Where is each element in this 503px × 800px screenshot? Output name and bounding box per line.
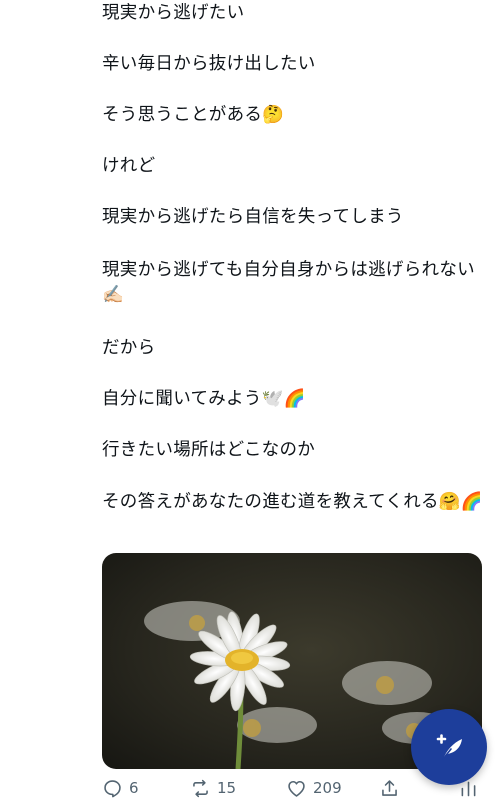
post-line-9: 行きたい場所はどこなのか: [102, 440, 316, 460]
post-line-8: 自分に聞いてみよう🕊️🌈: [102, 389, 306, 409]
reply-button[interactable]: 6: [102, 776, 139, 800]
repost-count: 15: [217, 779, 237, 797]
like-button[interactable]: 209: [286, 776, 342, 800]
like-count: 209: [313, 779, 342, 797]
heart-icon: [288, 780, 305, 797]
post-line-1: 現実から逃げたい: [102, 3, 245, 23]
repost-button[interactable]: 15: [190, 776, 236, 800]
compose-feather-icon: [436, 734, 462, 760]
compose-button[interactable]: [411, 709, 487, 785]
post-line-2: 辛い毎日から抜け出したい: [102, 54, 316, 74]
post-line-4: けれど: [102, 156, 156, 176]
share-icon: [382, 779, 397, 796]
reply-count: 6: [129, 779, 139, 797]
post-line-5: 現実から逃げたら自信を失ってしまう: [102, 207, 404, 227]
post-line-3: そう思うことがある🤔: [102, 105, 285, 125]
post-line-7: だから: [102, 338, 156, 358]
repost-icon: [193, 779, 208, 797]
reply-icon: [104, 779, 121, 797]
post-line-6: 現実から逃げても自分自身からは逃げられない✍🏻: [102, 260, 475, 305]
post-line-10: その答えがあなたの進む道を教えてくれる🤗🌈: [102, 492, 483, 512]
share-button[interactable]: [379, 776, 406, 800]
